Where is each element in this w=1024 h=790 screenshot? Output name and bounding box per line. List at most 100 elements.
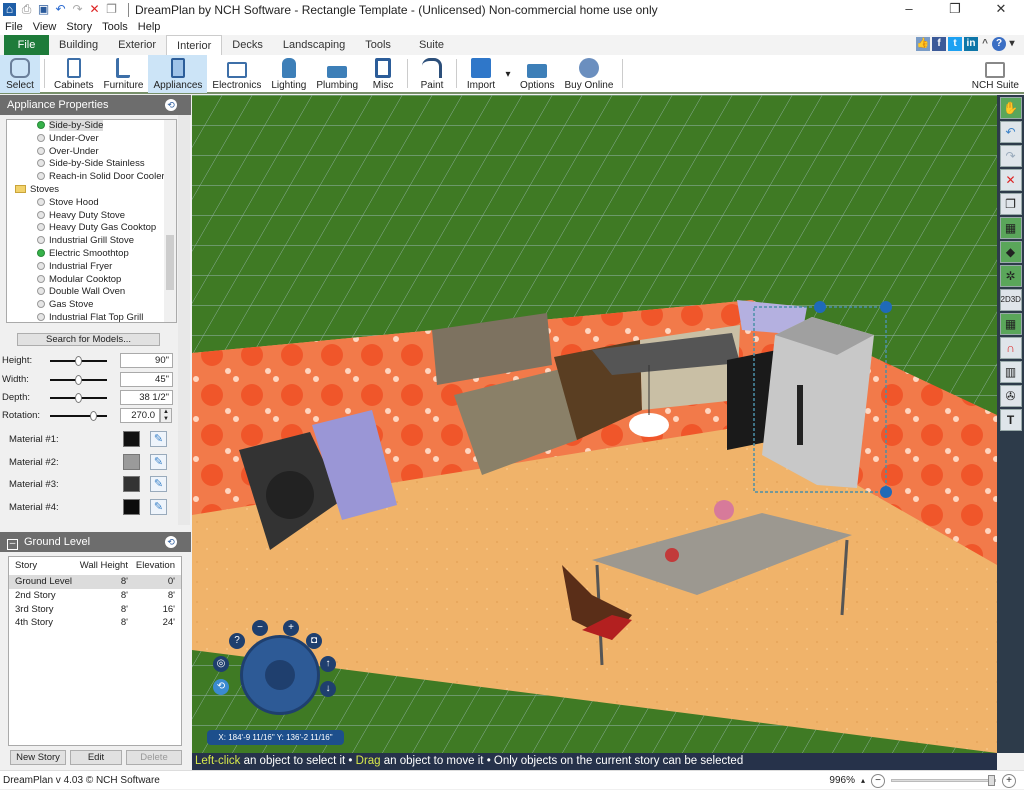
- tab-landscaping[interactable]: Landscaping: [273, 35, 355, 55]
- tree-item[interactable]: Modular Cooktop: [7, 274, 176, 287]
- tab-suite[interactable]: Suite: [409, 35, 454, 55]
- zoom-dropdown-icon[interactable]: ▴: [861, 771, 865, 790]
- tree-item[interactable]: Reach-in Solid Door Cooler: [7, 171, 176, 184]
- select-button[interactable]: Select: [0, 55, 40, 93]
- tab-decks[interactable]: Decks: [222, 35, 273, 55]
- delete-tool-icon[interactable]: ✕: [999, 169, 1022, 191]
- zoom-slider[interactable]: [891, 775, 996, 786]
- help-icon[interactable]: ?: [229, 633, 245, 649]
- rotate-handle-icon[interactable]: [814, 301, 826, 313]
- story-row[interactable]: Ground Level 8' 0': [9, 575, 181, 589]
- scroll-thumb[interactable]: [166, 235, 174, 290]
- copy-icon[interactable]: ❐: [105, 3, 118, 16]
- minimize-button[interactable]: –: [886, 0, 932, 19]
- import-button[interactable]: Import: [461, 55, 501, 93]
- save-icon[interactable]: ▣: [37, 3, 50, 16]
- furniture-button[interactable]: Furniture: [98, 55, 148, 93]
- appliances-button[interactable]: Appliances: [148, 55, 208, 93]
- terrain-icon[interactable]: ◆: [999, 241, 1022, 263]
- menu-view[interactable]: View: [33, 21, 57, 33]
- zoom-slider-thumb[interactable]: [988, 775, 995, 786]
- new-story-button[interactable]: New Story: [10, 750, 66, 765]
- move-up-icon[interactable]: ↑: [320, 656, 336, 672]
- help-icon[interactable]: ?: [992, 37, 1006, 51]
- maximize-button[interactable]: ❐: [932, 0, 978, 19]
- camera-icon[interactable]: ◘: [306, 633, 322, 649]
- pendant-lamp[interactable]: [629, 413, 669, 437]
- orbit-icon[interactable]: ◎: [213, 656, 229, 672]
- tree-item[interactable]: Heavy Duty Stove: [7, 210, 176, 223]
- nch-suite-button[interactable]: NCH Suite: [967, 55, 1024, 93]
- misc-button[interactable]: Misc: [363, 55, 403, 93]
- copy-tool-icon[interactable]: ❐: [999, 193, 1022, 215]
- rotation-input[interactable]: 270.0: [120, 408, 160, 423]
- tree-scrollbar[interactable]: [164, 120, 176, 322]
- tab-exterior[interactable]: Exterior: [108, 35, 166, 55]
- options-button[interactable]: Options: [515, 55, 559, 93]
- help-dropdown-icon[interactable]: ▾: [1008, 37, 1016, 51]
- 3d-box-icon[interactable]: ▦: [999, 217, 1022, 239]
- home-icon[interactable]: ⌂: [3, 3, 16, 16]
- text-tool-icon[interactable]: T: [999, 409, 1022, 431]
- flower-vase[interactable]: [714, 500, 734, 520]
- collapse-icon[interactable]: ⟲: [165, 536, 177, 548]
- width-slider[interactable]: [50, 375, 107, 385]
- height-slider[interactable]: [50, 356, 107, 366]
- 3d-viewport[interactable]: − + ? ◘ ◎ ⟲ ↑ ↓ X: 184'-9 11/16" Y: 136'…: [192, 95, 997, 753]
- story-row[interactable]: 3rd Story 8' 16': [9, 603, 181, 617]
- menu-file[interactable]: File: [5, 21, 23, 33]
- material-swatch[interactable]: [123, 453, 140, 470]
- lighting-button[interactable]: Lighting: [266, 55, 311, 93]
- plumbing-button[interactable]: Plumbing: [311, 55, 363, 93]
- edit-button[interactable]: Edit: [70, 750, 122, 765]
- tree-item[interactable]: Industrial Fryer: [7, 261, 176, 274]
- tree-item[interactable]: Electric Smoothtop: [7, 248, 176, 261]
- eyedropper-icon[interactable]: ✎: [150, 476, 167, 492]
- flower-bowl[interactable]: [665, 548, 679, 562]
- slider-thumb[interactable]: [75, 375, 82, 385]
- story-row[interactable]: 2nd Story 8' 8': [9, 589, 181, 603]
- slider-thumb[interactable]: [90, 411, 97, 421]
- material-swatch[interactable]: [123, 498, 140, 515]
- tree-item[interactable]: Over-Under: [7, 146, 176, 159]
- paint-button[interactable]: Paint: [412, 55, 452, 93]
- undo-icon[interactable]: ↶: [54, 3, 67, 16]
- redo-view-icon[interactable]: ↷: [999, 145, 1022, 167]
- zoom-in-button[interactable]: +: [1002, 773, 1016, 788]
- tree-item[interactable]: Industrial Flat Top Grill: [7, 312, 176, 322]
- depth-slider[interactable]: [50, 393, 107, 403]
- panel-scrollbar[interactable]: [178, 115, 190, 525]
- tree-item[interactable]: Stove Hood: [7, 197, 176, 210]
- width-input[interactable]: 45": [120, 372, 173, 387]
- tab-building[interactable]: Building: [49, 35, 108, 55]
- tree-folder[interactable]: Stoves: [7, 184, 176, 197]
- rotation-slider[interactable]: [50, 411, 107, 421]
- zoom-out-button[interactable]: −: [871, 773, 885, 788]
- slider-thumb[interactable]: [75, 356, 82, 366]
- tab-tools[interactable]: Tools: [355, 35, 401, 55]
- depth-input[interactable]: 38 1/2": [120, 390, 173, 405]
- view-toggle-icon[interactable]: ⟲: [213, 679, 229, 695]
- wall-icon[interactable]: ▥: [999, 361, 1022, 383]
- like-icon[interactable]: 👍: [916, 37, 930, 51]
- import-dropdown[interactable]: ▾: [501, 55, 515, 93]
- delete-button[interactable]: Delete: [126, 750, 182, 765]
- menu-tools[interactable]: Tools: [102, 21, 128, 33]
- menu-story[interactable]: Story: [66, 21, 92, 33]
- collapse-box-icon[interactable]: –: [7, 539, 18, 550]
- compass-icon[interactable]: ✇: [999, 385, 1022, 407]
- tree-item[interactable]: Side-by-Side Stainless: [7, 158, 176, 171]
- trash-handle-icon[interactable]: [880, 301, 892, 313]
- delete-icon[interactable]: ✕: [88, 3, 101, 16]
- scatter-icon[interactable]: ✲: [999, 265, 1022, 287]
- collapse-ribbon-icon[interactable]: ^: [980, 37, 990, 51]
- eyedropper-icon[interactable]: ✎: [150, 453, 167, 470]
- search-models-button[interactable]: Search for Models...: [17, 333, 160, 346]
- electronics-button[interactable]: Electronics: [207, 55, 266, 93]
- 2d-3d-toggle-icon[interactable]: 2D3D: [999, 289, 1022, 311]
- material-swatch[interactable]: [123, 431, 140, 447]
- zoom-level[interactable]: 996%: [829, 771, 855, 790]
- tree-item[interactable]: Double Wall Oven: [7, 286, 176, 299]
- menu-help[interactable]: Help: [138, 21, 161, 33]
- tab-file[interactable]: File: [4, 35, 49, 55]
